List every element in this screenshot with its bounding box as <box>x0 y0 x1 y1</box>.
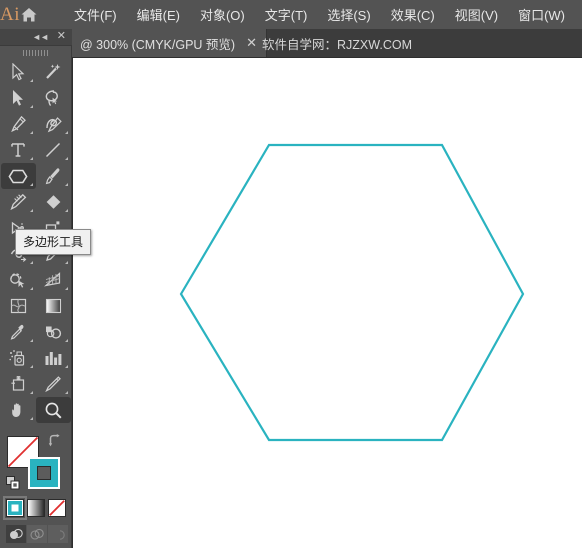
tool-flyout-indicator <box>64 339 68 342</box>
paintbrush-tool[interactable] <box>36 163 71 189</box>
canvas-svg <box>179 143 525 442</box>
swap-fill-stroke-icon[interactable] <box>48 434 62 452</box>
hexagon-shape[interactable] <box>179 143 525 442</box>
mesh-tool[interactable] <box>1 293 36 319</box>
stroke-swatch-center <box>37 466 51 480</box>
document-tab-label: @ 300% (CMYK/GPU 预览) <box>80 37 236 52</box>
tool-tooltip: 多边形工具 <box>15 229 92 255</box>
menu-object[interactable]: 对象(O) <box>190 1 255 28</box>
magic-wand-tool[interactable] <box>36 59 71 85</box>
menu-help[interactable]: 帮助(H) <box>575 1 582 28</box>
tool-flyout-indicator <box>29 339 33 342</box>
tools-panel: ◄◄ ✕ 多边形工具 <box>0 29 92 548</box>
tool-flyout-indicator <box>29 365 33 368</box>
tool-flyout-indicator <box>64 261 68 264</box>
polygon-tool[interactable] <box>0 163 36 189</box>
menu-bar: Ai 文件(F) 编辑(E) 对象(O) 文字(T) 选择(S) 效果(C) 视… <box>0 0 582 29</box>
home-icon[interactable] <box>20 0 38 29</box>
tool-flyout-indicator <box>29 209 33 212</box>
tool-flyout-indicator <box>64 183 68 186</box>
selection-tool[interactable] <box>1 59 36 85</box>
panel-drag-handle[interactable] <box>0 46 72 59</box>
tool-flyout-indicator <box>29 79 33 82</box>
gradient-tool[interactable] <box>36 293 71 319</box>
document-tab[interactable]: @ 300% (CMYK/GPU 预览) ✕ <box>72 29 267 57</box>
lasso-tool[interactable] <box>36 85 71 111</box>
pen-tool[interactable] <box>1 111 36 137</box>
tool-flyout-indicator <box>64 365 68 368</box>
app-logo: Ai <box>0 3 20 25</box>
eyedropper-tool[interactable] <box>1 319 36 345</box>
slice-tool[interactable] <box>36 371 71 397</box>
menu-select[interactable]: 选择(S) <box>317 1 380 28</box>
illustrator-window: Ai 文件(F) 编辑(E) 对象(O) 文字(T) 选择(S) 效果(C) 视… <box>0 0 582 548</box>
stroke-swatch[interactable] <box>28 457 60 489</box>
tool-flyout-indicator <box>64 209 68 212</box>
watermark-text: 软件自学网：RJZXW.COM <box>262 37 412 52</box>
menu-item-list: 文件(F) 编辑(E) 对象(O) 文字(T) 选择(S) 效果(C) 视图(V… <box>64 1 582 28</box>
tool-flyout-indicator <box>29 261 33 264</box>
tool-flyout-indicator <box>29 391 33 394</box>
none-mode-button[interactable] <box>48 499 66 517</box>
paint-mode-buttons <box>3 496 66 520</box>
curvature-tool[interactable] <box>36 111 71 137</box>
collapse-icon[interactable]: ◄◄ <box>32 32 49 42</box>
menu-edit[interactable]: 编辑(E) <box>127 1 190 28</box>
default-fill-stroke-icon[interactable] <box>6 476 20 495</box>
line-segment-tool[interactable] <box>36 137 71 163</box>
tool-flyout-indicator <box>64 287 68 290</box>
tools-panel-header[interactable]: ◄◄ ✕ <box>0 29 72 46</box>
menu-effect[interactable]: 效果(C) <box>381 1 445 28</box>
symbol-sprayer-tool[interactable] <box>1 345 36 371</box>
tool-flyout-indicator <box>64 157 68 160</box>
document-tab-bar: @ 300% (CMYK/GPU 预览) ✕ 软件自学网：RJZXW.COM <box>0 29 582 57</box>
artboard-tool[interactable] <box>1 371 36 397</box>
menu-file[interactable]: 文件(F) <box>64 1 127 28</box>
grip-lines-icon <box>23 49 49 56</box>
tool-flyout-indicator <box>29 131 33 134</box>
draw-normal-button[interactable] <box>6 525 26 543</box>
artboard-canvas[interactable] <box>72 57 582 548</box>
blend-tool[interactable] <box>36 319 71 345</box>
direct-selection-tool[interactable] <box>1 85 36 111</box>
gradient-mode-button[interactable] <box>27 499 45 517</box>
perspective-grid-tool[interactable] <box>36 267 71 293</box>
draw-inside-button[interactable] <box>48 525 68 543</box>
draw-behind-button[interactable] <box>27 525 47 543</box>
panel-close-icon[interactable]: ✕ <box>57 31 66 42</box>
draw-mode-buttons <box>6 525 68 543</box>
tool-flyout-indicator <box>29 157 33 160</box>
tool-flyout-indicator <box>29 183 33 186</box>
shape-builder-tool[interactable] <box>1 267 36 293</box>
tool-flyout-indicator <box>64 391 68 394</box>
tool-flyout-indicator <box>64 131 68 134</box>
color-controls <box>0 403 72 548</box>
tool-flyout-indicator <box>29 105 33 108</box>
color-mode-button[interactable] <box>3 496 27 520</box>
type-tool[interactable] <box>1 137 36 163</box>
menu-window[interactable]: 窗口(W) <box>508 1 575 28</box>
change-screen-mode-button[interactable] <box>0 542 72 548</box>
eraser-tool[interactable] <box>36 189 71 215</box>
menu-type[interactable]: 文字(T) <box>255 1 318 28</box>
column-graph-tool[interactable] <box>36 345 71 371</box>
shaper-tool[interactable] <box>1 189 36 215</box>
tool-flyout-indicator <box>29 287 33 290</box>
menu-view[interactable]: 视图(V) <box>445 1 508 28</box>
